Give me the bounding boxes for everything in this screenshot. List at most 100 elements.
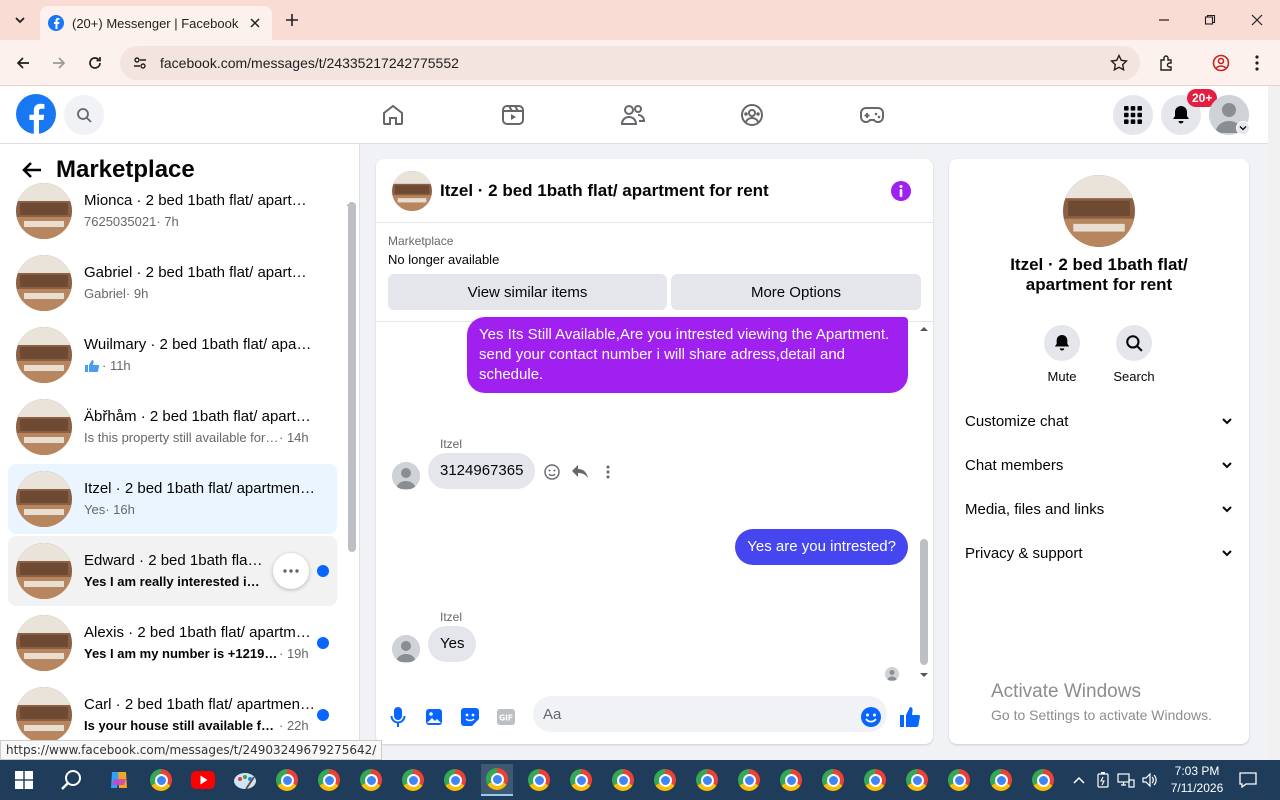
- taskbar-chrome-icon[interactable]: [145, 764, 177, 796]
- taskbar-chrome-icon[interactable]: [775, 764, 807, 796]
- new-tab-icon[interactable]: [280, 8, 304, 32]
- browser-menu-icon[interactable]: [1244, 50, 1270, 76]
- reply-icon[interactable]: [570, 462, 590, 482]
- microphone-icon[interactable]: [386, 705, 410, 729]
- conversation-item[interactable]: Äbřhåm · 2 bed 1bath flat/ apartment for…: [8, 392, 337, 462]
- message-bubble-outgoing[interactable]: Yes Its Still Available,Are you intreste…: [467, 317, 908, 393]
- taskbar-chrome-icon-active[interactable]: [481, 764, 513, 796]
- sender-avatar[interactable]: [392, 635, 420, 663]
- notification-center-icon[interactable]: [1238, 770, 1258, 790]
- account-chevron-icon[interactable]: [1236, 121, 1250, 135]
- friends-icon[interactable]: [617, 99, 649, 131]
- taskbar-chrome-icon[interactable]: [859, 764, 891, 796]
- taskbar-chrome-icon[interactable]: [523, 764, 555, 796]
- close-window-icon[interactable]: [1243, 8, 1271, 32]
- message-bubble-incoming[interactable]: 3124967365: [428, 453, 536, 489]
- conversation-item[interactable]: Alexis · 2 bed 1bath flat/ apartment for…: [8, 608, 337, 678]
- chat-scrollbar-thumb[interactable]: [920, 539, 928, 665]
- taskbar-chrome-icon[interactable]: [691, 764, 723, 796]
- paint-app-icon[interactable]: [229, 764, 261, 796]
- more-options-button[interactable]: More Options: [671, 274, 921, 310]
- taskbar-chrome-icon[interactable]: [985, 764, 1017, 796]
- chevron-down-icon: [1222, 506, 1232, 513]
- sender-avatar[interactable]: [392, 462, 420, 490]
- page-scrollbar[interactable]: [1268, 86, 1280, 760]
- conversation-item[interactable]: Edward · 2 bed 1bath flat/ apartment for…: [8, 536, 337, 606]
- tray-chevron-up-icon[interactable]: [1069, 770, 1089, 790]
- taskbar-chrome-icon[interactable]: [1027, 764, 1059, 796]
- search-in-conversation-button[interactable]: Search: [1104, 325, 1164, 384]
- conversation-item[interactable]: Mionca · 2 bed 1bath flat/ apartment for…: [8, 176, 337, 246]
- youtube-icon[interactable]: [187, 764, 219, 796]
- react-emoji-icon[interactable]: [542, 462, 562, 482]
- taskbar-chrome-icon[interactable]: [817, 764, 849, 796]
- gif-icon[interactable]: GIF: [494, 705, 518, 729]
- view-similar-items-button[interactable]: View similar items: [388, 274, 667, 310]
- chat-listing-thumbnail[interactable]: [392, 170, 432, 211]
- search-icon: [1116, 325, 1152, 361]
- mute-button[interactable]: Mute: [1032, 325, 1092, 384]
- conversation-more-options-button[interactable]: [273, 553, 309, 589]
- taskbar-chrome-icon[interactable]: [649, 764, 681, 796]
- taskbar-chrome-icon[interactable]: [733, 764, 765, 796]
- groups-icon[interactable]: [736, 99, 768, 131]
- sticker-icon[interactable]: [458, 705, 482, 729]
- chat-members-row[interactable]: Chat members: [965, 451, 1233, 479]
- battery-icon[interactable]: [1093, 770, 1113, 790]
- browser-tab[interactable]: (20+) Messenger | Facebook: [40, 6, 272, 40]
- taskbar-chrome-icon[interactable]: [271, 764, 303, 796]
- start-windows-icon[interactable]: [8, 764, 40, 796]
- emoji-icon[interactable]: [859, 705, 883, 729]
- conversation-info-icon[interactable]: [891, 181, 911, 201]
- extensions-icon[interactable]: [1154, 50, 1180, 76]
- message-bubble-incoming[interactable]: Yes: [428, 626, 477, 662]
- taskbar-chrome-icon[interactable]: [901, 764, 933, 796]
- photo-icon[interactable]: [422, 705, 446, 729]
- tab-close-icon[interactable]: [246, 14, 264, 32]
- gaming-icon[interactable]: [856, 99, 888, 131]
- minimize-icon[interactable]: [1150, 8, 1178, 32]
- reload-icon[interactable]: [82, 50, 108, 76]
- taskbar-chrome-icon[interactable]: [355, 764, 387, 796]
- media-files-links-row[interactable]: Media, files and links: [965, 495, 1233, 523]
- thumbs-up-send-icon[interactable]: [898, 705, 922, 729]
- facebook-search-icon[interactable]: [64, 95, 104, 135]
- taskbar-chrome-icon[interactable]: [397, 764, 429, 796]
- restore-icon[interactable]: [1196, 8, 1224, 32]
- taskbar-chrome-icon[interactable]: [313, 764, 345, 796]
- customize-chat-row[interactable]: Customize chat: [965, 407, 1233, 435]
- volume-icon[interactable]: [1140, 770, 1160, 790]
- url-bar[interactable]: facebook.com/messages/t/2433521724277555…: [120, 46, 1140, 80]
- facebook-logo-icon[interactable]: [16, 94, 56, 134]
- home-icon[interactable]: [377, 99, 409, 131]
- row-label: Chat members: [965, 456, 1064, 474]
- chat-title[interactable]: Itzel · 2 bed 1bath flat/ apartment for …: [440, 181, 769, 201]
- info-listing-thumbnail[interactable]: [1063, 175, 1135, 247]
- back-icon[interactable]: [10, 50, 36, 76]
- forward-icon[interactable]: [46, 50, 72, 76]
- site-settings-icon[interactable]: [132, 55, 148, 71]
- video-icon[interactable]: [497, 99, 529, 131]
- taskbar-clock[interactable]: 7:03 PM 7/11/2026: [1164, 763, 1230, 797]
- taskbar-chrome-icon[interactable]: [607, 764, 639, 796]
- taskbar-chrome-icon[interactable]: [565, 764, 597, 796]
- row-label: Media, files and links: [965, 500, 1105, 518]
- windows-taskbar: 7:03 PM 7/11/2026: [0, 760, 1280, 800]
- conversation-item-active[interactable]: Itzel · 2 bed 1bath flat/ apartment for …: [8, 464, 337, 534]
- conversation-item[interactable]: Wuilmary · 2 bed 1bath flat/ apartment f…: [8, 320, 337, 390]
- network-icon[interactable]: [1116, 770, 1136, 790]
- bookmark-star-icon[interactable]: [1109, 53, 1129, 77]
- conversation-item[interactable]: Gabriel · 2 bed 1bath flat/ apartment fo…: [8, 248, 337, 318]
- message-bubble-outgoing[interactable]: Yes are you intrested?: [735, 529, 908, 565]
- profile-icon[interactable]: [1208, 50, 1234, 76]
- privacy-support-row[interactable]: Privacy & support: [965, 539, 1233, 567]
- copilot-icon[interactable]: [103, 764, 135, 796]
- message-input[interactable]: [533, 696, 887, 732]
- menu-grid-icon[interactable]: [1113, 95, 1153, 135]
- taskbar-chrome-icon[interactable]: [943, 764, 975, 796]
- message-more-icon[interactable]: [598, 462, 618, 482]
- sidebar-scrollbar-thumb[interactable]: [348, 202, 356, 552]
- taskbar-chrome-icon[interactable]: [439, 764, 471, 796]
- tab-search-chevron-icon[interactable]: [8, 8, 32, 32]
- taskbar-search-icon[interactable]: [56, 764, 88, 796]
